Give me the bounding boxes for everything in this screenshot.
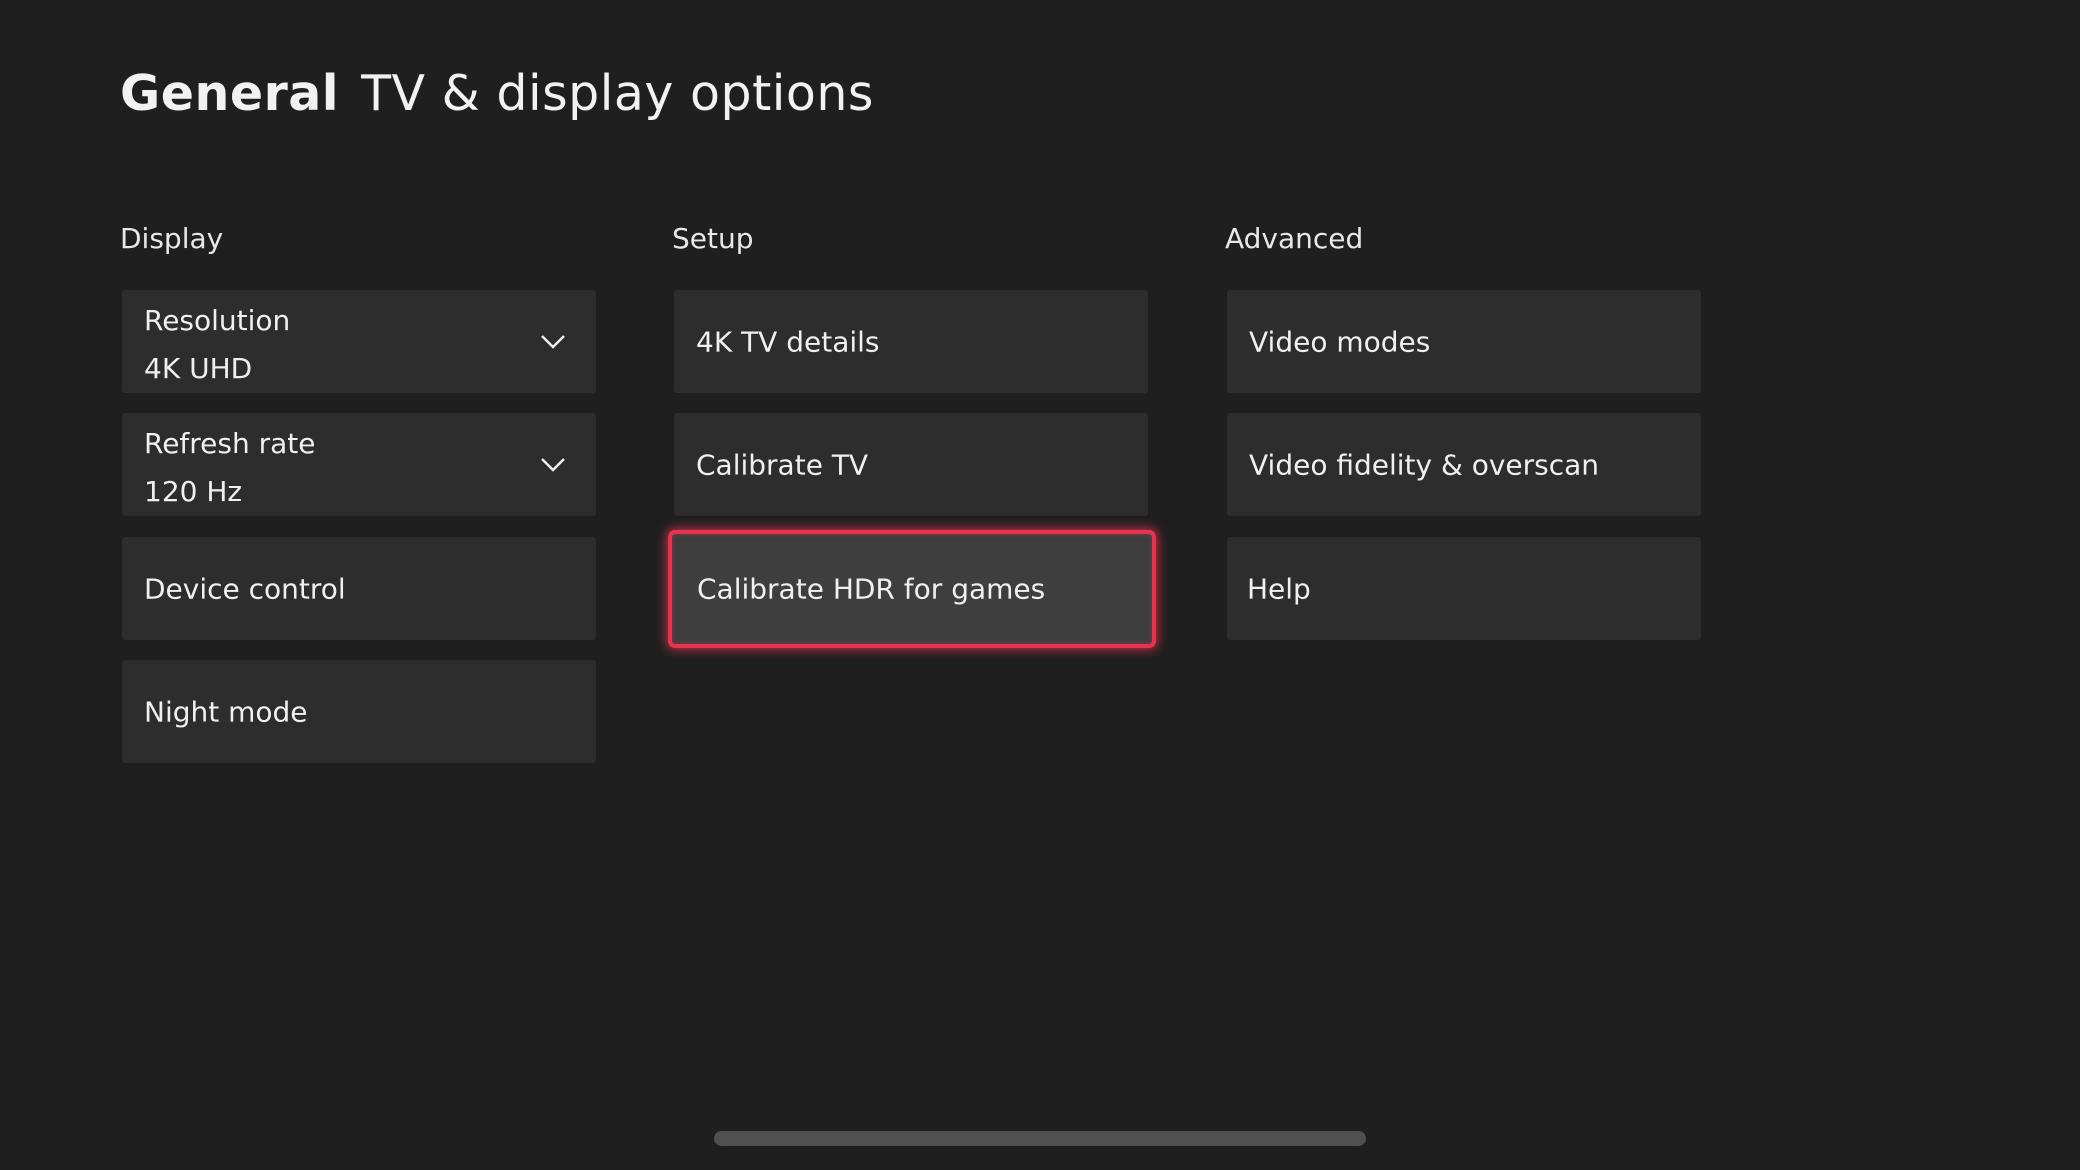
calibrate-tv-label: Calibrate TV xyxy=(696,448,869,481)
refresh-rate-dropdown[interactable]: Refresh rate 120 Hz xyxy=(122,413,596,516)
page-subtitle: TV & display options xyxy=(361,65,874,122)
device-control-button[interactable]: Device control xyxy=(122,537,596,640)
chevron-down-icon xyxy=(541,458,565,472)
night-mode-button[interactable]: Night mode xyxy=(122,660,596,763)
refresh-rate-value: 120 Hz xyxy=(144,475,243,508)
section-title: General xyxy=(120,65,340,122)
column-label-advanced: Advanced xyxy=(1225,222,1364,255)
video-fidelity-label: Video fidelity & overscan xyxy=(1249,448,1600,481)
refresh-rate-label: Refresh rate xyxy=(144,427,316,460)
horizontal-scrollbar[interactable] xyxy=(714,1131,1366,1146)
4k-tv-details-button[interactable]: 4K TV details xyxy=(674,290,1148,393)
video-fidelity-overscan-button[interactable]: Video fidelity & overscan xyxy=(1227,413,1701,516)
device-control-label: Device control xyxy=(144,572,346,605)
chevron-down-icon xyxy=(541,335,565,349)
calibrate-hdr-for-games-button[interactable]: Calibrate HDR for games xyxy=(668,530,1156,648)
help-label: Help xyxy=(1247,572,1311,605)
resolution-label: Resolution xyxy=(144,304,291,337)
resolution-dropdown[interactable]: Resolution 4K UHD xyxy=(122,290,596,393)
calibrate-tv-button[interactable]: Calibrate TV xyxy=(674,413,1148,516)
column-label-display: Display xyxy=(120,222,224,255)
calibrate-hdr-label: Calibrate HDR for games xyxy=(697,572,1046,606)
video-modes-label: Video modes xyxy=(1249,325,1431,358)
help-button[interactable]: Help xyxy=(1227,537,1701,640)
4k-tv-details-label: 4K TV details xyxy=(696,325,880,358)
column-label-setup: Setup xyxy=(672,222,754,255)
page-title: General TV & display options xyxy=(120,64,874,124)
video-modes-button[interactable]: Video modes xyxy=(1227,290,1701,393)
resolution-value: 4K UHD xyxy=(144,352,253,385)
night-mode-label: Night mode xyxy=(144,695,308,728)
